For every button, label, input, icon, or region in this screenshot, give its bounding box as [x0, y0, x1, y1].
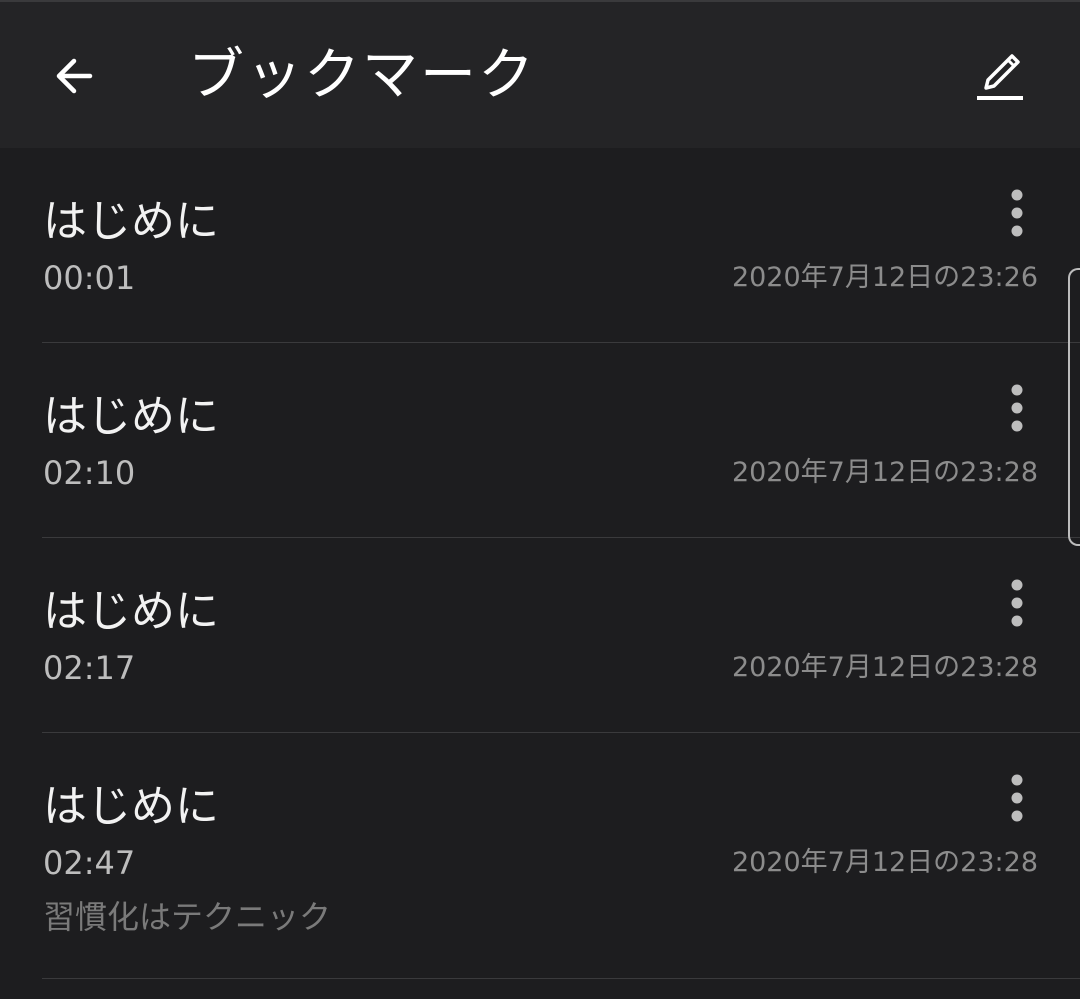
bookmark-time: 02:47 [43, 844, 136, 882]
bookmark-title: はじめに [43, 586, 219, 637]
bookmark-date: 2020年7月12日の23:28 [731, 457, 1038, 488]
bookmark-item[interactable]: はじめに 02:17 2020年7月12日の23:28 [0, 538, 1080, 733]
bookmark-time: 02:17 [43, 649, 136, 687]
bookmark-title: はじめに [43, 391, 219, 442]
bookmark-date: 2020年7月12日の23:28 [731, 847, 1038, 878]
more-options-button[interactable] [990, 381, 1044, 435]
more-vert-icon [1011, 384, 1023, 432]
bookmark-note: 習慣化はテクニック [43, 898, 332, 936]
more-vert-icon [1011, 189, 1023, 237]
more-options-button[interactable] [990, 186, 1044, 240]
arrow-left-icon [56, 58, 93, 94]
bookmarks-screen: ブックマーク はじめに 00:01 2020年7月12日の23:26 はじめに … [0, 0, 1080, 999]
bookmark-item[interactable]: はじめに 00:01 2020年7月12日の23:26 [0, 148, 1080, 343]
bookmark-time: 00:01 [43, 259, 136, 297]
divider [42, 978, 1080, 979]
bookmark-time: 02:10 [43, 454, 136, 492]
back-button[interactable] [34, 36, 114, 116]
more-vert-icon [1011, 579, 1023, 627]
more-options-button[interactable] [990, 771, 1044, 825]
more-options-button[interactable] [990, 576, 1044, 630]
scrollbar-thumb[interactable] [1068, 268, 1080, 546]
bookmark-item[interactable]: はじめに 02:10 2020年7月12日の23:28 [0, 343, 1080, 538]
bookmark-date: 2020年7月12日の23:26 [731, 262, 1038, 293]
bookmark-date: 2020年7月12日の23:28 [731, 652, 1038, 683]
bookmark-title: はじめに [43, 781, 219, 832]
more-vert-icon [1011, 774, 1023, 822]
pencil-icon [977, 54, 1023, 100]
bookmark-item[interactable]: はじめに 02:47 2020年7月12日の23:28 習慣化はテクニック [0, 733, 1080, 979]
page-title: ブックマーク [188, 43, 536, 108]
bookmark-list: はじめに 00:01 2020年7月12日の23:26 はじめに 02:10 2… [0, 148, 1080, 979]
bookmark-title: はじめに [43, 196, 219, 247]
app-bar: ブックマーク [0, 0, 1080, 148]
edit-button[interactable] [960, 36, 1040, 116]
